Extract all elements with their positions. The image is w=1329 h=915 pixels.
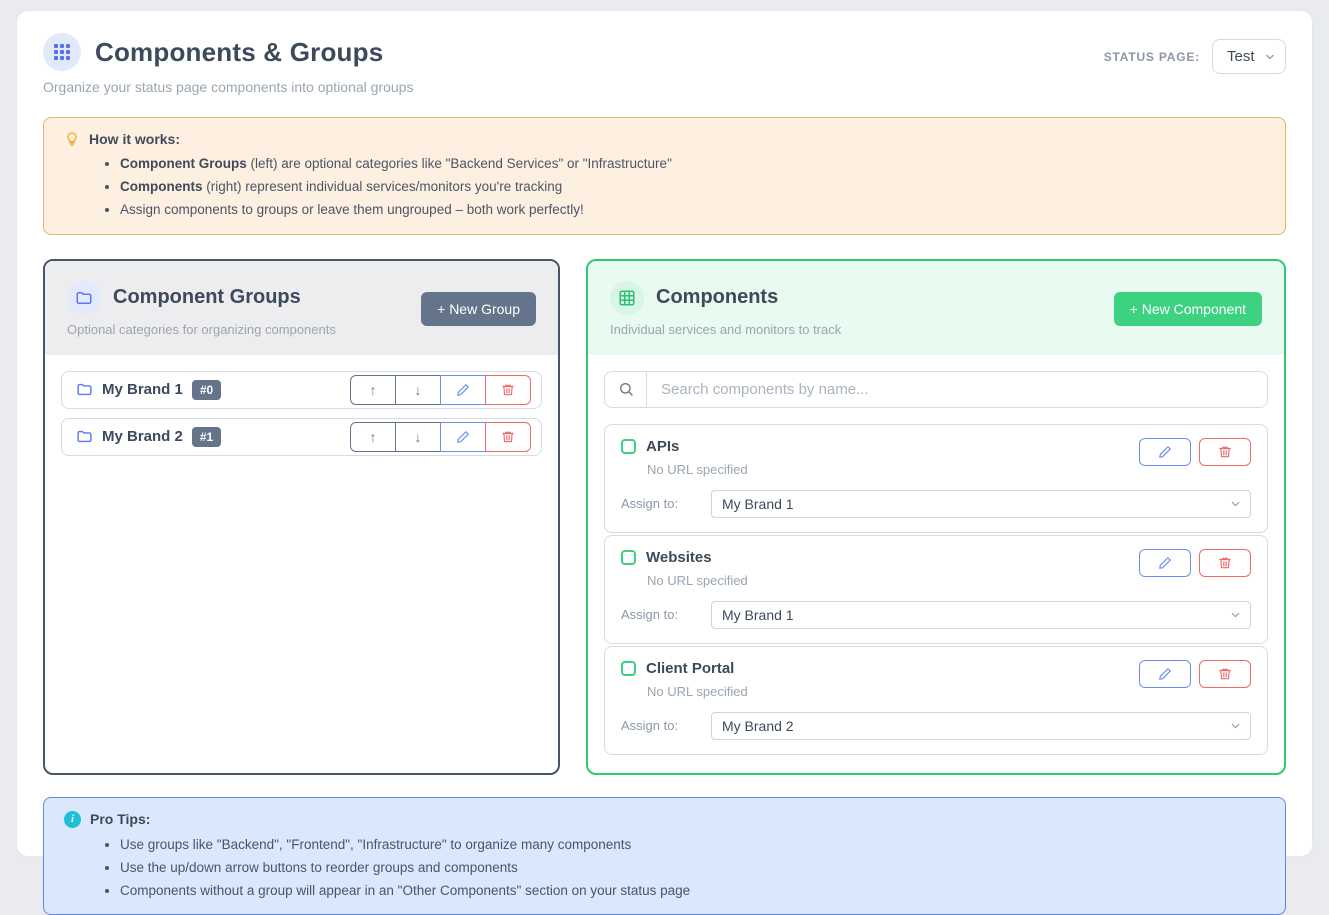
components-grid-icon [43,33,81,71]
assign-group-select-wrap: My Brand 1 [711,601,1251,629]
new-group-button[interactable]: + New Group [421,292,536,326]
group-name: My Brand 2 [102,428,183,445]
how-it-works-item: Components (right) represent individual … [120,178,1265,196]
edit-component-button[interactable] [1139,438,1191,466]
main-container: Components & Groups Organize your status… [16,10,1313,857]
component-search-bar [604,371,1268,408]
page-header: Components & Groups Organize your status… [43,33,1286,95]
delete-component-button[interactable] [1199,660,1251,688]
assign-group-select-wrap: My Brand 1 [711,490,1251,518]
how-it-works-box: How it works: Component Groups (left) ar… [43,117,1286,235]
how-it-works-item: Component Groups (left) are optional cat… [120,155,1265,173]
table-grid-icon [610,281,644,315]
component-checkbox[interactable] [621,550,636,565]
assign-group-select[interactable]: My Brand 2 [711,712,1251,740]
component-card: Websites No URL specified [604,535,1268,644]
delete-component-button[interactable] [1199,438,1251,466]
component-url-status: No URL specified [647,684,748,699]
status-page-select-wrap: Test [1212,39,1286,74]
component-url-status: No URL specified [647,573,748,588]
page-header-left: Components & Groups Organize your status… [43,33,413,95]
pencil-icon [456,383,470,397]
pencil-icon [456,430,470,444]
pro-tips-item: Components without a group will appear i… [120,882,1265,900]
folder-icon [76,428,93,445]
edit-component-button[interactable] [1139,660,1191,688]
page-title: Components & Groups [95,37,383,68]
pro-tips-box: i Pro Tips: Use groups like "Backend", "… [43,797,1286,915]
how-it-works-item: Assign components to groups or leave the… [120,201,1265,219]
component-name: APIs [646,438,679,455]
edit-component-button[interactable] [1139,549,1191,577]
group-actions: ↑ ↓ [350,422,531,452]
assign-group-select-wrap: My Brand 2 [711,712,1251,740]
edit-group-button[interactable] [440,422,486,452]
folder-icon [67,281,101,315]
component-card: Client Portal No URL specified [604,646,1268,755]
component-groups-title: Component Groups [113,286,301,309]
how-it-works-list: Component Groups (left) are optional cat… [120,155,1265,220]
search-input[interactable] [647,372,1267,407]
component-checkbox[interactable] [621,439,636,454]
delete-group-button[interactable] [485,422,531,452]
page-subtitle: Organize your status page components int… [43,79,413,95]
assign-to-label: Assign to: [621,607,711,622]
status-page-label: STATUS PAGE: [1104,50,1200,64]
component-url-status: No URL specified [647,462,748,477]
assign-group-select[interactable]: My Brand 1 [711,601,1251,629]
groups-list: My Brand 1 #0 ↑ ↓ [45,355,558,481]
group-row: My Brand 2 #1 ↑ ↓ [61,418,542,456]
new-component-button[interactable]: + New Component [1114,292,1262,326]
info-icon: i [64,811,81,828]
component-name: Client Portal [646,660,734,677]
group-name: My Brand 1 [102,381,183,398]
search-icon [605,372,647,407]
edit-group-button[interactable] [440,375,486,405]
group-order-badge: #1 [192,427,221,447]
delete-component-button[interactable] [1199,549,1251,577]
component-card: APIs No URL specified [604,424,1268,533]
assign-group-select[interactable]: My Brand 1 [711,490,1251,518]
delete-group-button[interactable] [485,375,531,405]
component-groups-subtitle: Optional categories for organizing compo… [67,322,336,337]
move-up-button[interactable]: ↑ [350,422,396,452]
trash-icon [1218,556,1232,570]
components-header: Components Individual services and monit… [588,261,1284,355]
component-groups-panel: Component Groups Optional categories for… [43,259,560,775]
trash-icon [501,430,515,444]
components-panel: Components Individual services and monit… [586,259,1286,775]
folder-icon [76,381,93,398]
trash-icon [1218,445,1232,459]
status-page-picker: STATUS PAGE: Test [1104,39,1286,74]
pencil-icon [1158,445,1172,459]
component-name: Websites [646,549,712,566]
component-checkbox[interactable] [621,661,636,676]
pro-tips-title: Pro Tips: [90,811,150,827]
group-actions: ↑ ↓ [350,375,531,405]
assign-to-label: Assign to: [621,496,711,511]
move-up-button[interactable]: ↑ [350,375,396,405]
components-list: APIs No URL specified [588,355,1284,773]
status-page-select[interactable]: Test [1212,39,1286,74]
move-down-button[interactable]: ↓ [395,422,441,452]
components-subtitle: Individual services and monitors to trac… [610,322,841,337]
how-it-works-title: How it works: [89,131,180,147]
lightbulb-icon [64,131,80,147]
component-groups-header: Component Groups Optional categories for… [45,261,558,355]
trash-icon [501,383,515,397]
trash-icon [1218,667,1232,681]
group-row: My Brand 1 #0 ↑ ↓ [61,371,542,409]
pro-tips-item: Use groups like "Backend", "Frontend", "… [120,836,1265,854]
group-order-badge: #0 [192,380,221,400]
components-title: Components [656,286,778,309]
pencil-icon [1158,556,1172,570]
pencil-icon [1158,667,1172,681]
assign-to-label: Assign to: [621,718,711,733]
move-down-button[interactable]: ↓ [395,375,441,405]
